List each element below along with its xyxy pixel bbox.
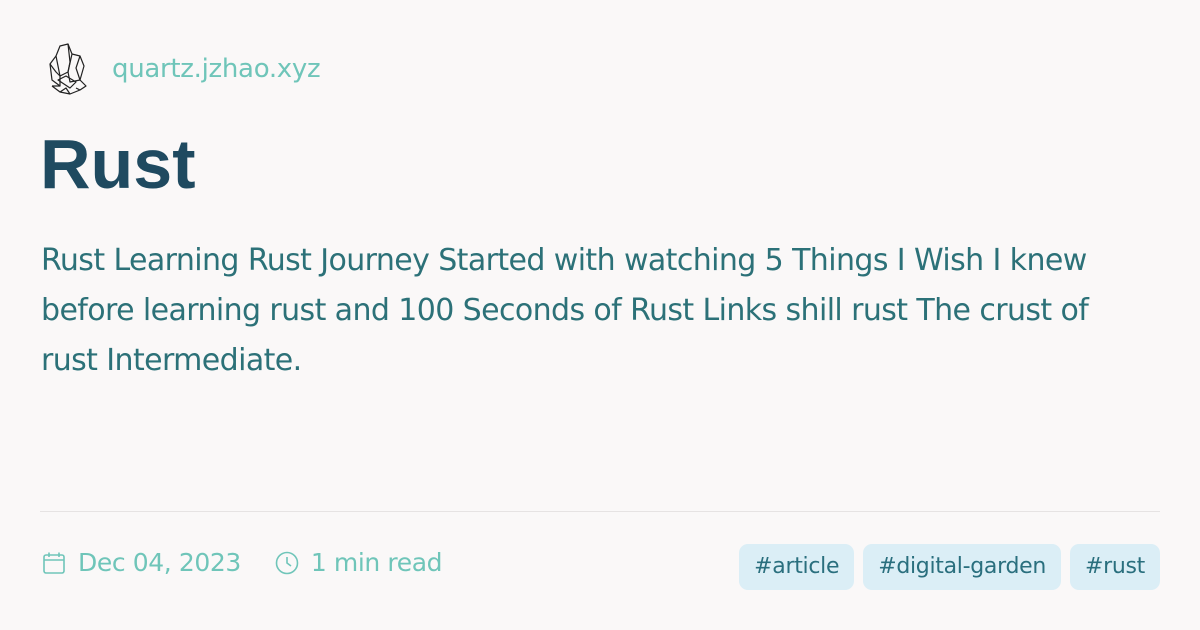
page-title: Rust — [40, 125, 196, 203]
calendar-icon — [43, 552, 65, 574]
site-header: quartz.jzhao.xyz — [46, 42, 321, 96]
clock-icon — [275, 551, 299, 574]
tag-article[interactable]: #article — [739, 544, 855, 590]
date-item: Dec 04, 2023 — [42, 548, 241, 577]
page-meta: Dec 04, 2023 1 min read — [42, 548, 476, 577]
tag-rust[interactable]: #rust — [1069, 544, 1160, 590]
reading-time-item: 1 min read — [275, 548, 443, 577]
crystal-icon — [49, 43, 87, 95]
tag-digital-garden[interactable]: #digital-garden — [863, 544, 1061, 590]
divider — [40, 511, 1160, 512]
publish-date: Dec 04, 2023 — [78, 548, 241, 577]
reading-time: 1 min read — [310, 548, 443, 577]
site-name[interactable]: quartz.jzhao.xyz — [112, 54, 321, 84]
page-description: Rust Learning Rust Journey Started with … — [41, 243, 1089, 378]
tag-list: #article #digital-garden #rust — [739, 544, 1160, 590]
